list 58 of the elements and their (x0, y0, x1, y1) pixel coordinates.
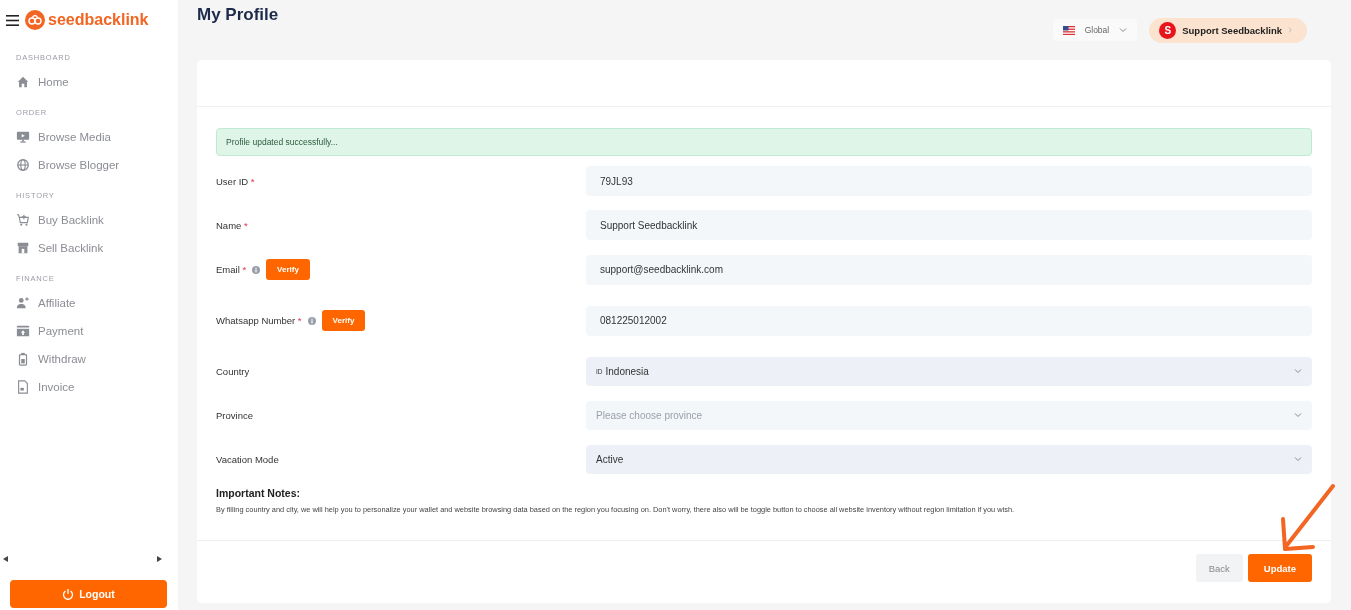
store-icon (16, 241, 30, 255)
cart-icon (16, 213, 30, 227)
page-title: My Profile (197, 5, 280, 25)
chevron-down-icon (1119, 27, 1128, 33)
select-value: Active (596, 453, 625, 465)
chevron-down-icon (1294, 412, 1302, 418)
chevron-down-icon (1294, 368, 1302, 374)
field-label: Vacation Mode (216, 453, 279, 465)
text-field[interactable]: Support Seedbacklink (586, 210, 1312, 240)
brand-name: seedbacklink (48, 11, 149, 29)
nav-item[interactable]: Withdraw (16, 345, 178, 373)
field-label: Email * (216, 264, 247, 275)
select-field[interactable]: Active (586, 444, 1312, 474)
power-icon (62, 588, 75, 600)
nav-item[interactable]: Invoice (16, 373, 178, 401)
globe-icon (16, 158, 30, 172)
select-field[interactable]: Please choose province (586, 400, 1312, 430)
nav-item[interactable]: Sell Backlink (16, 234, 178, 262)
nav-item[interactable]: Payment (16, 317, 178, 345)
text-field[interactable]: 79JL93 (586, 166, 1312, 196)
nav-item[interactable]: Home (16, 68, 178, 96)
verify-button[interactable]: Verify (321, 310, 366, 331)
nav-item[interactable]: Browse Media (16, 123, 178, 151)
scroll-right-icon[interactable] (157, 556, 162, 562)
file-icon (16, 380, 30, 394)
user-plus-icon (16, 296, 30, 310)
back-button[interactable]: Back (1195, 554, 1243, 582)
logo-icon (25, 10, 45, 30)
text-field[interactable]: 081225012002 (586, 305, 1312, 336)
field-label: Whatsapp Number * (216, 315, 302, 326)
region-selector[interactable]: Global (1052, 19, 1138, 41)
info-icon (252, 265, 261, 274)
field-label: User ID * (216, 175, 255, 187)
field-label: Province (216, 409, 253, 421)
monitor-icon (16, 130, 30, 144)
update-button[interactable]: Update (1247, 554, 1312, 582)
flag-icon (1062, 25, 1075, 35)
home-icon (16, 75, 30, 89)
payment-icon (16, 324, 30, 338)
info-icon (307, 316, 316, 325)
scroll-left-icon[interactable] (3, 556, 8, 562)
nav-item[interactable]: Buy Backlink (16, 206, 178, 234)
user-menu-button[interactable]: S Support Seedbacklink (1149, 17, 1307, 43)
chevron-down-icon (1294, 456, 1302, 462)
field-label: Name * (216, 219, 248, 231)
chevron-right-icon (1288, 27, 1293, 33)
nav-item[interactable]: Browse Blogger (16, 151, 178, 179)
battery-icon (16, 352, 30, 366)
nav-item[interactable]: Affiliate (16, 289, 178, 317)
verify-button[interactable]: Verify (266, 259, 310, 280)
menu-icon[interactable] (6, 14, 19, 26)
notes-title: Important Notes: (216, 487, 301, 499)
logout-button[interactable]: Logout (10, 580, 167, 608)
select-placeholder: Please choose province (596, 409, 704, 421)
select-value: Indonesia (605, 365, 650, 377)
text-field[interactable]: support@seedbacklink.com (586, 254, 1312, 285)
success-alert: Profile updated successfully... (216, 128, 1312, 156)
field-label: Country (216, 365, 250, 377)
